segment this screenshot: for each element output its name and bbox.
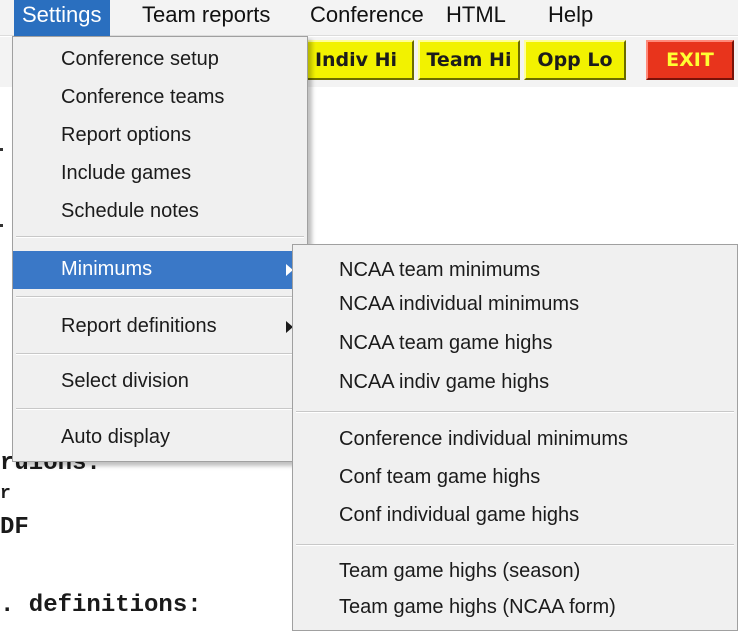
opp-lo-button[interactable]: Opp Lo xyxy=(524,40,626,80)
menu-separator xyxy=(16,236,304,238)
team-hi-button[interactable]: Team Hi xyxy=(418,40,520,80)
doc-mark xyxy=(0,224,3,227)
menu-item-conf-individual-game-highs[interactable]: Conf individual game highs xyxy=(293,497,737,535)
indiv-hi-button[interactable]: Indiv Hi xyxy=(298,40,414,80)
menu-item-conference-individual-minimums[interactable]: Conference individual minimums xyxy=(293,421,737,459)
menu-item-ncaa-team-minimums[interactable]: NCAA team minimums xyxy=(293,252,737,290)
menu-item-conference-teams[interactable]: Conference teams xyxy=(13,79,307,117)
menu-separator xyxy=(16,353,304,355)
menu-separator xyxy=(16,296,304,298)
exit-button[interactable]: EXIT xyxy=(646,40,734,80)
settings-dropdown: Conference setup Conference teams Report… xyxy=(12,36,308,462)
menu-item-report-definitions-label: Report definitions xyxy=(61,315,217,337)
menu-item-ncaa-team-game-highs[interactable]: NCAA team game highs xyxy=(293,325,737,363)
doc-mark xyxy=(0,148,3,151)
menu-item-ncaa-individual-minimums[interactable]: NCAA individual minimums xyxy=(293,286,737,324)
menu-item-minimums-label: Minimums xyxy=(61,258,153,280)
menu-settings[interactable]: Settings xyxy=(14,0,110,36)
menu-separator xyxy=(16,408,304,410)
menu-item-team-game-highs-ncaa-form[interactable]: Team game highs (NCAA form) xyxy=(293,589,737,627)
menu-help[interactable]: Help xyxy=(540,0,601,36)
menu-bar: Settings Team reports Conference HTML He… xyxy=(0,0,738,36)
menu-item-conference-setup[interactable]: Conference setup xyxy=(13,41,307,79)
doc-line: . definitions: xyxy=(0,592,202,619)
doc-line: DF xyxy=(0,514,29,541)
menu-item-ncaa-indiv-game-highs[interactable]: NCAA indiv game highs xyxy=(293,364,737,402)
menu-item-select-division[interactable]: Select division xyxy=(13,363,307,401)
menu-item-include-games[interactable]: Include games xyxy=(13,155,307,193)
menu-item-team-game-highs-season[interactable]: Team game highs (season) xyxy=(293,553,737,591)
doc-line: r xyxy=(0,484,11,504)
menu-team-reports[interactable]: Team reports xyxy=(134,0,278,36)
menu-item-report-definitions[interactable]: Report definitions xyxy=(13,308,307,346)
menu-separator xyxy=(296,411,734,413)
menu-item-minimums[interactable]: Minimums xyxy=(13,251,307,289)
menu-item-schedule-notes[interactable]: Schedule notes xyxy=(13,193,307,231)
menu-html[interactable]: HTML xyxy=(438,0,514,36)
menu-item-conf-team-game-highs[interactable]: Conf team game highs xyxy=(293,459,737,497)
minimums-submenu: NCAA team minimums NCAA individual minim… xyxy=(292,244,738,631)
menu-item-report-options[interactable]: Report options xyxy=(13,117,307,155)
menu-separator xyxy=(296,544,734,546)
menu-item-auto-display[interactable]: Auto display xyxy=(13,419,307,457)
menu-conference[interactable]: Conference xyxy=(302,0,432,36)
